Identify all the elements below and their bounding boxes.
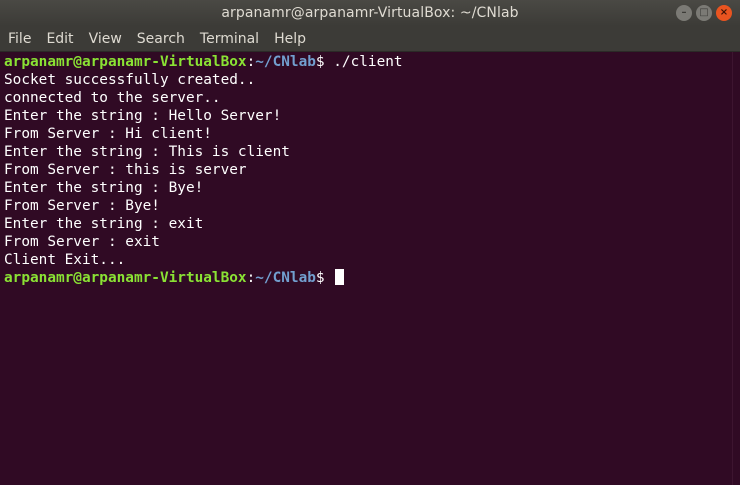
menu-search[interactable]: Search	[129, 31, 192, 47]
menu-view[interactable]: View	[81, 31, 129, 47]
prompt-separator: :	[246, 54, 256, 70]
command-text: ./client	[333, 54, 403, 70]
text-cursor	[335, 269, 345, 285]
window-controls: – □ ×	[676, 5, 732, 21]
title-bar[interactable]: arpanamr@arpanamr-VirtualBox: ~/CNlab – …	[0, 0, 740, 26]
menu-bar: File Edit View Search Terminal Help	[0, 26, 740, 52]
output-line: Socket successfully created..	[4, 72, 256, 88]
output-line: Enter the string : Hello Server!	[4, 108, 282, 124]
prompt-symbol: $	[315, 270, 334, 286]
menu-help[interactable]: Help	[266, 31, 313, 47]
output-line: From Server : exit	[4, 234, 160, 250]
window-title: arpanamr@arpanamr-VirtualBox: ~/CNlab	[221, 5, 519, 21]
prompt-user: arpanamr@arpanamr-VirtualBox	[4, 270, 247, 286]
output-line: Enter the string : exit	[4, 216, 204, 232]
menu-file[interactable]: File	[0, 31, 38, 47]
prompt-symbol: $	[315, 54, 334, 70]
command-line: arpanamr@arpanamr-VirtualBox:~/CNlab$ ./…	[4, 53, 733, 71]
scrollbar[interactable]	[732, 52, 740, 485]
active-prompt-line[interactable]: arpanamr@arpanamr-VirtualBox:~/CNlab$	[4, 269, 733, 287]
prompt-separator: :	[246, 270, 256, 286]
prompt-path: ~/CNlab	[255, 270, 316, 286]
prompt-user: arpanamr@arpanamr-VirtualBox	[4, 54, 247, 70]
output-line: Enter the string : This is client	[4, 144, 290, 160]
output-line: connected to the server..	[4, 90, 221, 106]
output-line: From Server : Hi client!	[4, 126, 212, 142]
terminal-window: arpanamr@arpanamr-VirtualBox: ~/CNlab – …	[0, 0, 740, 485]
menu-terminal[interactable]: Terminal	[192, 31, 266, 47]
output-line: Enter the string : Bye!	[4, 180, 204, 196]
terminal-output[interactable]: arpanamr@arpanamr-VirtualBox:~/CNlab$ ./…	[0, 52, 733, 485]
minimize-button[interactable]: –	[676, 5, 692, 21]
close-button[interactable]: ×	[716, 5, 732, 21]
output-line: From Server : this is server	[4, 162, 247, 178]
menu-edit[interactable]: Edit	[38, 31, 80, 47]
maximize-button[interactable]: □	[696, 5, 712, 21]
output-line: Client Exit...	[4, 252, 126, 268]
prompt-path: ~/CNlab	[255, 54, 316, 70]
output-line: From Server : Bye!	[4, 198, 160, 214]
